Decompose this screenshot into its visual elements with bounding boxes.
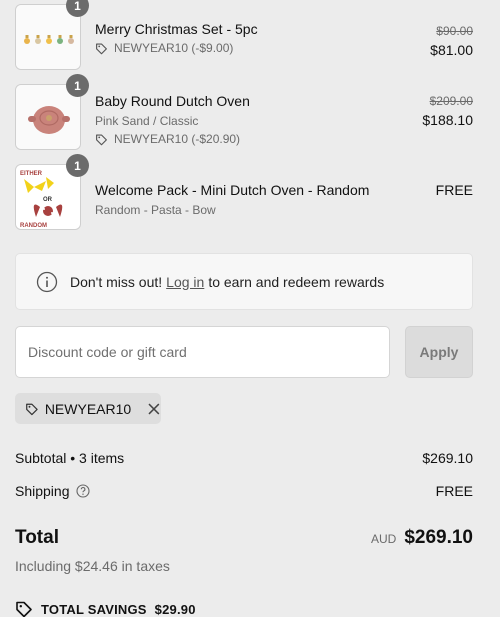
apply-button[interactable]: Apply [405,326,473,378]
product-thumbnail: 1 [15,74,89,150]
product-thumbnail: EITHER OR RANDOM 1 [15,154,89,230]
line-item-baby-round-dutch-oven: 1 Baby Round Dutch Oven Pink Sand / Clas… [15,74,475,152]
shipping-value: FREE [435,483,473,499]
item-price: $188.10 [422,112,473,128]
item-title: Welcome Pack - Mini Dutch Oven - Random [95,182,370,198]
line-item-welcome-pack: EITHER OR RANDOM 1 Welcome Pack - Mini D… [15,154,475,232]
help-icon[interactable] [75,484,90,498]
total-savings: TOTAL SAVINGS $29.90 [15,600,196,617]
item-price: FREE [435,182,473,198]
item-title: Baby Round Dutch Oven [95,93,250,109]
shipping-row: Shipping FREE [15,483,473,499]
info-icon [36,271,58,292]
tag-icon [16,601,32,617]
item-variant: Random - Pasta - Bow [95,203,216,217]
item-discount: NEWYEAR10 (-$9.00) [95,41,233,55]
item-original-price: $209.00 [429,94,473,108]
savings-label: TOTAL SAVINGS [41,601,147,617]
subtotal-label: Subtotal • 3 items [15,450,125,466]
tag-icon [96,133,107,145]
item-title: Merry Christmas Set - 5pc [95,21,258,37]
item-price: $81.00 [430,42,473,58]
tag-icon [26,403,38,415]
shipping-label: Shipping [15,483,70,499]
tax-note: Including $24.46 in taxes [15,558,170,574]
applied-discount-chip: NEWYEAR10 [15,393,161,424]
quantity-badge: 1 [66,154,89,177]
item-variant: Pink Sand / Classic [95,114,199,128]
savings-value: $29.90 [154,601,196,617]
tag-icon [96,42,107,54]
product-thumbnail: 1 [15,0,89,70]
applied-code-label: NEWYEAR10 [44,400,132,417]
quantity-badge: 1 [66,74,89,97]
rewards-notice: Don't miss out! Log in to earn and redee… [15,253,473,310]
notice-text: Don't miss out! [70,273,163,290]
thumb-either-text: EITHER [20,171,43,177]
currency-code: AUD [370,532,397,546]
notice-text-after: to earn and redeem rewards [208,273,385,290]
remove-code-close-icon[interactable] [147,401,161,417]
discount-code-input[interactable] [15,326,390,378]
item-discount-label: NEWYEAR10 (-$20.90) [114,132,241,146]
thumb-or-text: OR [43,197,53,203]
total-amount: $269.10 [404,527,473,548]
login-link[interactable]: Log in [166,274,204,290]
item-discount-label: NEWYEAR10 (-$9.00) [114,41,234,55]
line-item-merry-christmas-set: 1 Merry Christmas Set - 5pc NEWYEAR10 (-… [15,0,475,72]
subtotal-row: Subtotal • 3 items $269.10 [15,450,473,466]
total-row: Total AUD $269.10 [15,527,473,549]
total-label: Total [15,527,59,548]
quantity-badge: 1 [66,0,89,17]
subtotal-value: $269.10 [422,450,473,466]
item-discount: NEWYEAR10 (-$20.90) [95,132,240,146]
thumb-random-text: RANDOM [20,223,47,229]
item-original-price: $90.00 [436,24,473,38]
